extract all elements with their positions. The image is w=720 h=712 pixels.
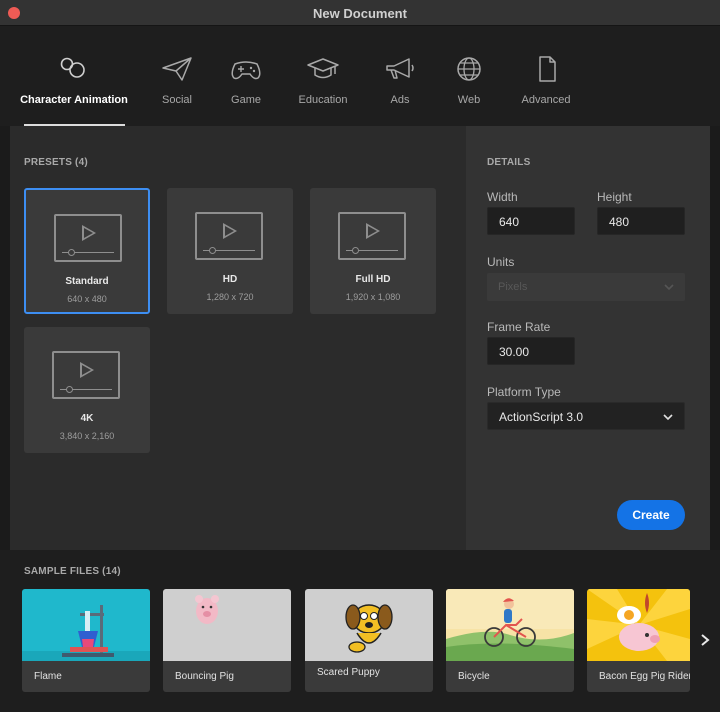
preset-size: 640 x 480 (67, 294, 107, 304)
preset-name: HD (222, 274, 238, 285)
preset-size: 1,280 x 720 (206, 292, 254, 302)
preset-hd[interactable]: HD 1,280 x 720 (167, 188, 293, 314)
sample-bouncing-pig[interactable]: Bouncing Pig (163, 589, 291, 692)
preset-full-hd[interactable]: Full HD 1,920 x 1,080 (310, 188, 436, 314)
title-bar: New Document (0, 0, 720, 26)
graduation-cap-icon (307, 58, 339, 79)
gamepad-icon (231, 61, 261, 80)
height-field[interactable]: 480 (597, 207, 685, 235)
globe-icon (457, 57, 481, 81)
chevron-right-icon[interactable] (697, 630, 713, 650)
tab-character-animation[interactable]: Character Animation (19, 56, 129, 126)
megaphone-icon (386, 58, 414, 79)
create-button[interactable]: Create (617, 500, 685, 530)
preset-size: 1,920 x 1,080 (345, 292, 401, 302)
sample-files-section: SAMPLE FILES (14) Flame Bouncing Pig Sca… (0, 550, 720, 712)
preset-standard[interactable]: Standard 640 x 480 (24, 188, 150, 314)
sample-scared-puppy[interactable]: Scared Puppy (305, 589, 433, 692)
sample-label: Bacon Egg Pig Rider (599, 671, 690, 682)
tab-label: Advanced (521, 94, 571, 106)
units-value: Pixels (498, 281, 528, 293)
preset-name: Standard (65, 276, 109, 287)
tab-advanced[interactable]: Advanced (491, 56, 601, 126)
video-thumbnail-icon (338, 212, 406, 260)
platform-type-label: Platform Type (487, 385, 561, 399)
sample-files-heading: SAMPLE FILES (14) (24, 566, 121, 577)
chevron-down-icon (663, 414, 673, 421)
presets-heading: PRESETS (4) (24, 157, 88, 168)
preset-size: 3,840 x 2,160 (59, 431, 115, 441)
units-label: Units (487, 255, 515, 269)
window-title: New Document (313, 6, 407, 21)
details-panel: DETAILS Width 640 Height 480 Units Pixel… (466, 126, 710, 550)
frame-rate-label: Frame Rate (487, 320, 551, 334)
character-animation-icon (60, 57, 85, 78)
paper-plane-icon (162, 57, 192, 81)
document-icon (539, 56, 556, 82)
sample-label: Scared Puppy (317, 667, 380, 678)
sample-label: Bicycle (458, 671, 490, 682)
bicycle-thumbnail (446, 589, 574, 661)
platform-type-select[interactable]: ActionScript 3.0 (487, 402, 685, 430)
document-type-tabs: Character Animation Social Game Educatio… (0, 26, 720, 126)
units-select[interactable]: Pixels (487, 273, 685, 301)
sample-label: Flame (34, 671, 62, 682)
presets-panel: PRESETS (4) Standard 640 x 480 HD 1,280 … (10, 126, 466, 550)
video-thumbnail-icon (195, 212, 263, 260)
preset-name: 4K (80, 413, 94, 424)
width-label: Width (487, 190, 518, 204)
frame-rate-field[interactable]: 30.00 (487, 337, 575, 365)
platform-type-value: ActionScript 3.0 (499, 410, 584, 424)
preset-name: Full HD (355, 274, 391, 285)
flame-thumbnail (22, 589, 150, 661)
scared-puppy-thumbnail (305, 589, 433, 661)
bacon-egg-pig-rider-thumbnail (587, 589, 690, 661)
video-thumbnail-icon (52, 351, 120, 399)
width-field[interactable]: 640 (487, 207, 575, 235)
tab-label: Character Animation (20, 94, 128, 106)
bouncing-pig-thumbnail (163, 589, 291, 661)
sample-flame[interactable]: Flame (22, 589, 150, 692)
chevron-down-icon (664, 284, 674, 291)
height-label: Height (597, 190, 632, 204)
preset-4k[interactable]: 4K 3,840 x 2,160 (24, 327, 150, 453)
sample-label: Bouncing Pig (175, 671, 234, 682)
details-heading: DETAILS (487, 157, 531, 168)
sample-bicycle[interactable]: Bicycle (446, 589, 574, 692)
sample-bacon-egg-pig-rider[interactable]: Bacon Egg Pig Rider (587, 589, 690, 692)
video-thumbnail-icon (54, 214, 122, 262)
